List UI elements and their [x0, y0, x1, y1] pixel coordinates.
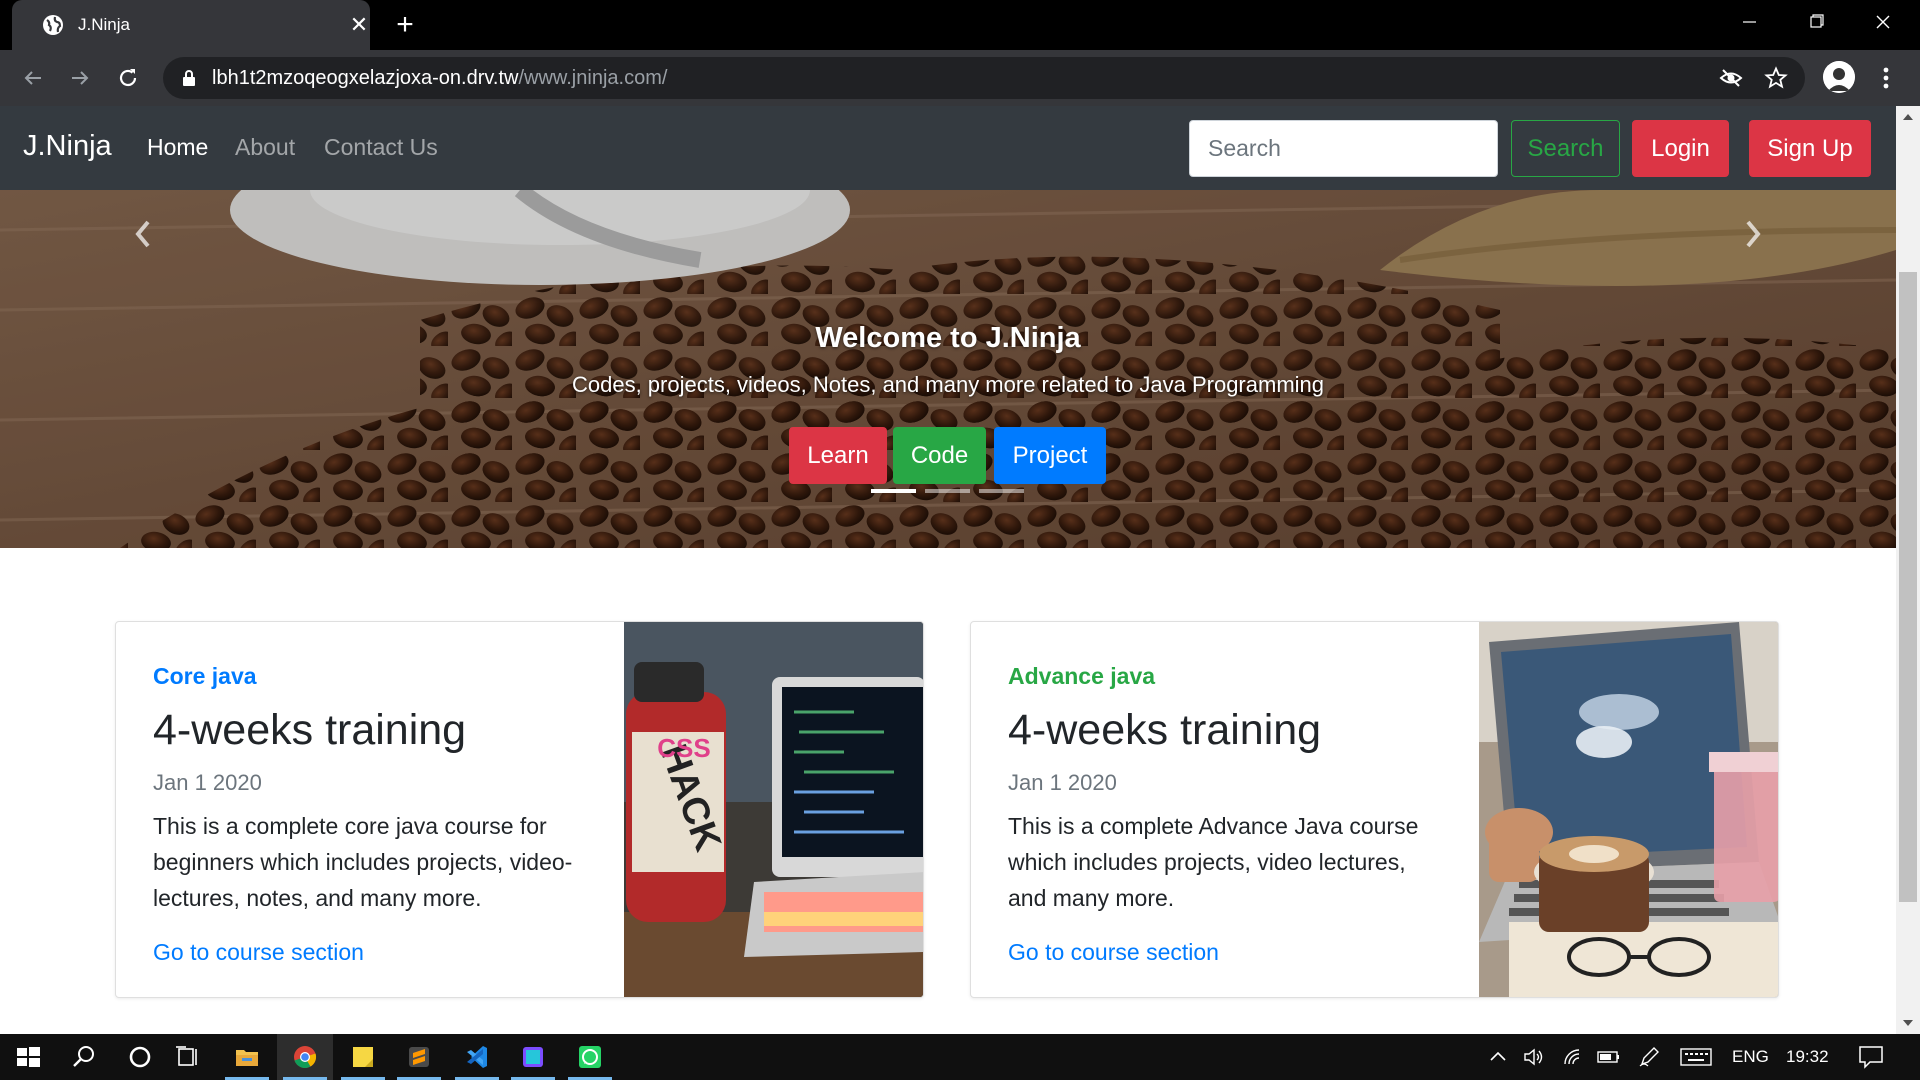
course-section-link[interactable]: Go to course section — [1008, 939, 1219, 966]
whatsapp-icon[interactable] — [562, 1034, 618, 1080]
laptop-bottle-image: HACK CSS — [624, 622, 923, 997]
login-button[interactable]: Login — [1632, 120, 1729, 177]
volume-icon[interactable] — [1522, 1046, 1546, 1068]
clock[interactable]: 19:32 — [1786, 1047, 1829, 1067]
card-text: This is a complete Advance Java course w… — [1008, 813, 1419, 911]
scroll-up-arrow-icon[interactable] — [1902, 112, 1914, 122]
scrollbar-thumb[interactable] — [1899, 272, 1917, 902]
keyboard-icon[interactable] — [1680, 1047, 1712, 1067]
course-card-core-java: Core java 4-weeks training Jan 1 2020 Th… — [115, 621, 924, 998]
windows-taskbar: ENG 19:32 — [0, 1034, 1920, 1080]
sticky-notes-icon[interactable] — [335, 1034, 391, 1080]
browser-tabstrip: J.Ninja ✕ + — [0, 0, 1920, 50]
tab-close-icon[interactable]: ✕ — [346, 12, 372, 38]
sublime-text-icon[interactable] — [391, 1034, 447, 1080]
course-card-advance-java: Advance java 4-weeks training Jan 1 2020… — [970, 621, 1779, 998]
address-bar[interactable]: lbh1t2mzoqeogxelazjoxa-on.drv.tw/www.jni… — [163, 57, 1805, 99]
profile-avatar[interactable] — [1823, 61, 1855, 93]
laptop-coffee-image — [1479, 622, 1778, 997]
window-minimize-icon[interactable] — [1716, 0, 1782, 44]
scroll-down-arrow-icon[interactable] — [1902, 1018, 1914, 1028]
forward-arrow-icon[interactable] — [66, 64, 94, 92]
search-input[interactable] — [1189, 120, 1498, 177]
card-date: Jan 1 2020 — [153, 770, 262, 795]
course-section-link[interactable]: Go to course section — [153, 939, 364, 966]
carousel-title: Welcome to J.Ninja — [815, 322, 1081, 354]
globe-icon — [43, 15, 63, 35]
browser-toolbar: lbh1t2mzoqeogxelazjoxa-on.drv.tw/www.jni… — [0, 50, 1920, 106]
url-host: lbh1t2mzoqeogxelazjoxa-on.drv.tw — [212, 67, 519, 89]
kebab-menu-icon[interactable] — [1876, 64, 1896, 92]
lock-icon — [183, 70, 195, 86]
signup-button[interactable]: Sign Up — [1749, 120, 1871, 177]
chevron-up-icon[interactable] — [1488, 1047, 1508, 1067]
reload-icon[interactable] — [114, 64, 142, 92]
url-text: lbh1t2mzoqeogxelazjoxa-on.drv.tw/www.jni… — [212, 67, 667, 90]
card-category: Core java — [153, 663, 257, 689]
star-icon[interactable] — [1764, 66, 1788, 90]
nav-link-contact[interactable]: Contact Us — [324, 134, 438, 161]
eye-off-icon[interactable] — [1719, 66, 1743, 90]
back-arrow-icon[interactable] — [19, 64, 47, 92]
carousel-next-icon[interactable] — [1738, 214, 1768, 254]
card-date: Jan 1 2020 — [1008, 770, 1117, 795]
url-path: /www.jninja.com/ — [518, 67, 668, 89]
carousel-prev-icon[interactable] — [128, 214, 158, 254]
language-indicator[interactable]: ENG — [1732, 1047, 1769, 1067]
card-category: Advance java — [1008, 663, 1156, 689]
browser-tab[interactable]: J.Ninja ✕ — [12, 0, 370, 50]
notifications-icon[interactable] — [1858, 1045, 1884, 1069]
search-button[interactable]: Search — [1511, 120, 1620, 177]
battery-icon[interactable] — [1596, 1047, 1622, 1067]
carousel-indicator[interactable] — [871, 489, 916, 493]
project-button[interactable]: Project — [994, 427, 1106, 484]
page-viewport: J.Ninja Home About Contact Us Search Log… — [0, 106, 1896, 1034]
app-icon[interactable] — [505, 1034, 561, 1080]
wifi-icon[interactable] — [1562, 1046, 1586, 1068]
card-title: 4-weeks training — [153, 706, 467, 754]
page-scrollbar[interactable] — [1896, 106, 1920, 1034]
new-tab-icon[interactable]: + — [390, 10, 420, 40]
site-brand[interactable]: J.Ninja — [23, 130, 112, 163]
site-navbar: J.Ninja Home About Contact Us Search Log… — [0, 106, 1896, 190]
nav-link-about[interactable]: About — [235, 134, 295, 161]
card-text: This is a complete core java course for … — [153, 813, 573, 911]
vscode-icon[interactable] — [449, 1034, 505, 1080]
window-restore-icon[interactable] — [1783, 0, 1849, 44]
pen-icon[interactable] — [1638, 1046, 1660, 1068]
window-close-icon[interactable] — [1850, 0, 1916, 44]
carousel-indicator[interactable] — [925, 489, 970, 493]
tab-title: J.Ninja — [78, 15, 130, 34]
nav-link-home[interactable]: Home — [147, 134, 208, 161]
card-title: 4-weeks training — [1008, 706, 1322, 754]
windows-start-icon[interactable] — [0, 1034, 56, 1080]
coffee-beans-image — [0, 190, 1896, 548]
svg-text:CSS: CSS — [657, 733, 710, 763]
carousel-indicator[interactable] — [979, 489, 1024, 493]
chrome-icon[interactable] — [277, 1034, 333, 1080]
task-view-icon[interactable] — [160, 1034, 216, 1080]
carousel-text: Codes, projects, videos, Notes, and many… — [571, 372, 1325, 397]
learn-button[interactable]: Learn — [789, 427, 887, 484]
search-icon[interactable] — [56, 1034, 112, 1080]
code-button[interactable]: Code — [893, 427, 986, 484]
file-explorer-icon[interactable] — [219, 1034, 275, 1080]
hero-carousel: Welcome to J.Ninja Codes, projects, vide… — [0, 190, 1896, 548]
